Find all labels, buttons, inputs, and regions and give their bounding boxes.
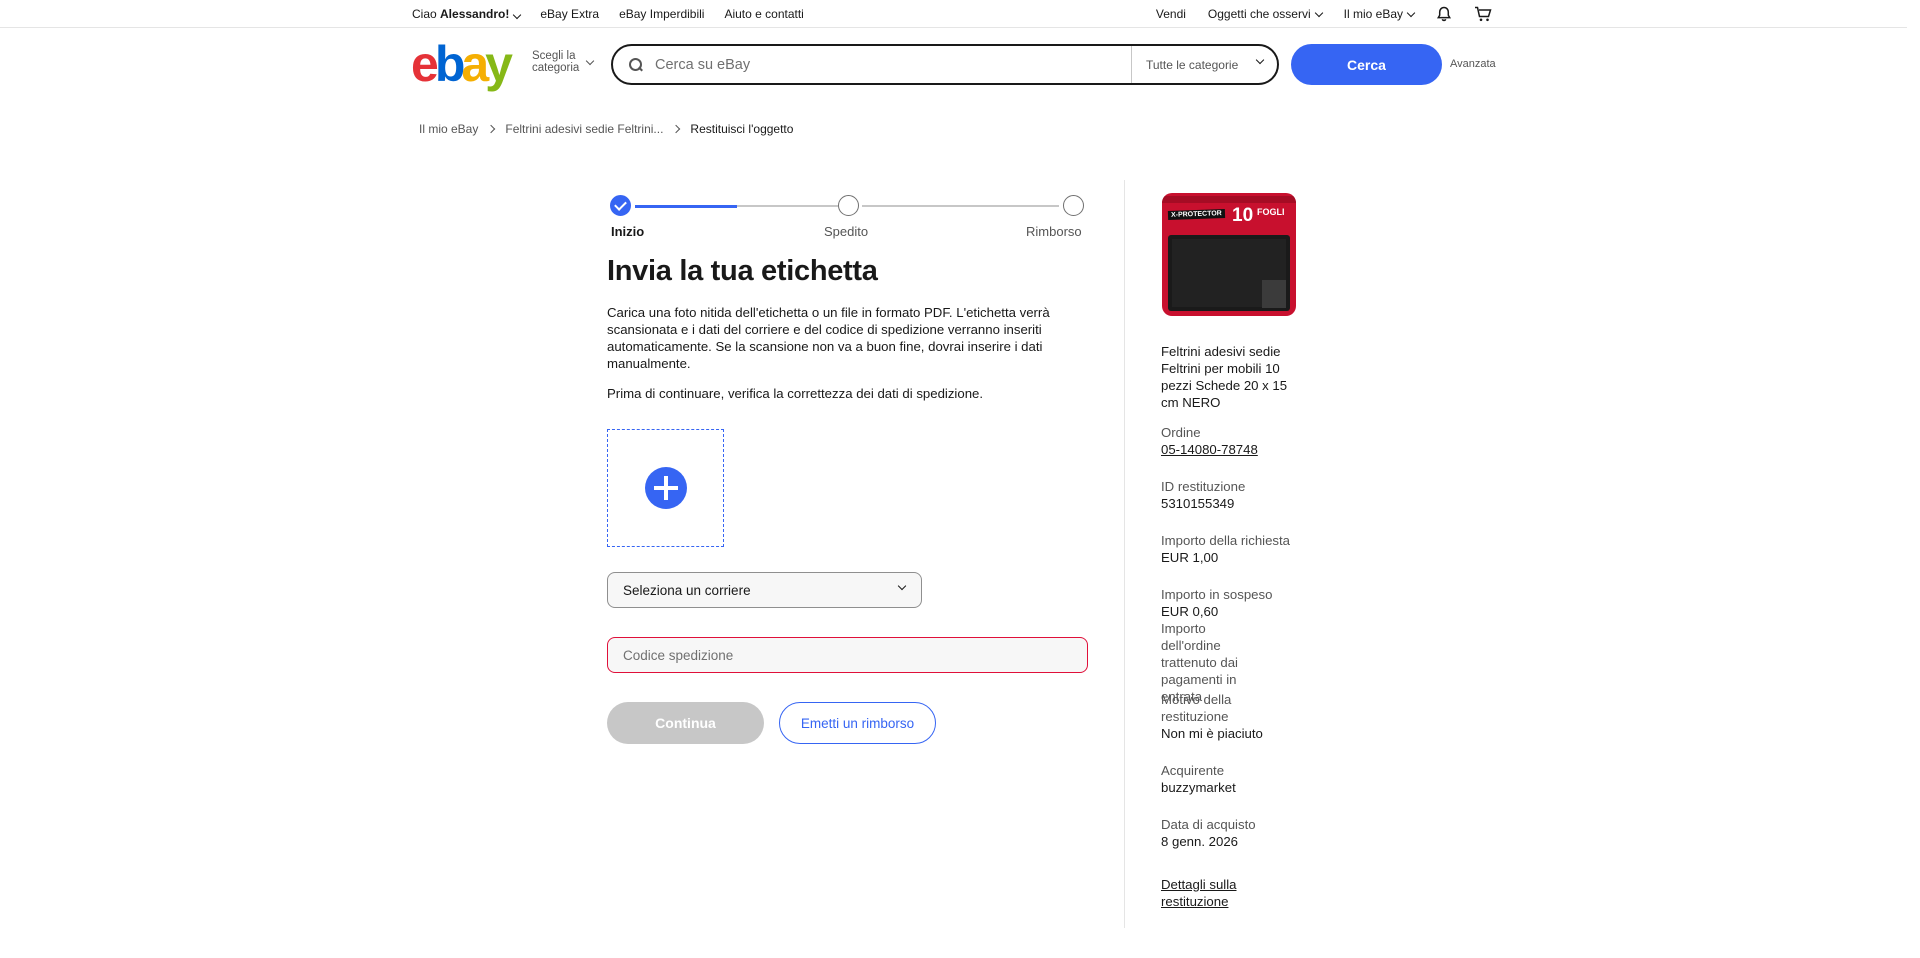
chevron-down-icon xyxy=(1255,55,1265,65)
add-icon[interactable] xyxy=(645,467,687,509)
progress-stepper: Inizio Spedito Rimborso xyxy=(607,195,1087,245)
product-image[interactable]: X-PROTECTOR 10 FOGLI xyxy=(1162,193,1296,316)
ebay-logo[interactable]: ebay xyxy=(411,39,513,89)
stepper-line xyxy=(635,204,838,208)
label-upload-area[interactable] xyxy=(607,429,724,547)
notification-bell-icon[interactable] xyxy=(1436,6,1452,22)
my-ebay-menu[interactable]: Il mio eBay xyxy=(1344,7,1416,21)
chevron-down-icon xyxy=(897,581,907,591)
search-button[interactable]: Cerca xyxy=(1291,44,1442,85)
tracking-code-field xyxy=(607,637,1088,673)
chevron-down-icon xyxy=(1314,8,1323,17)
instructions-text: Carica una foto nitida dell'etichetta o … xyxy=(607,305,1050,371)
step-label-shipped: Spedito xyxy=(824,224,869,239)
step-check-icon xyxy=(610,195,631,216)
breadcrumb-current: Restituisci l'oggetto xyxy=(690,122,794,136)
step-circle-icon xyxy=(1063,195,1084,216)
return-id-info: ID restituzione 5310155349 xyxy=(1161,479,1246,511)
request-amount-info: Importo della richiesta EUR 1,00 xyxy=(1161,533,1291,565)
verify-text: Prima di continuare, verifica la corrett… xyxy=(607,386,984,401)
stepper-line xyxy=(862,205,1059,207)
buyer-info: Acquirente buzzymarket xyxy=(1161,763,1236,795)
step-label-start: Inizio xyxy=(611,224,645,239)
category-select[interactable]: Tutte le categorie xyxy=(1131,46,1277,83)
chevron-down-icon xyxy=(1406,8,1416,17)
return-details-info: Dettagli sulla restituzione xyxy=(1161,876,1251,910)
breadcrumb: Il mio eBay Feltrini adesivi sedie Feltr… xyxy=(419,122,793,136)
topbar-right: Vendi Oggetti che osservi Il mio eBay xyxy=(1134,0,1492,28)
step-label-refund: Rimborso xyxy=(1026,224,1082,239)
top-utility-bar: Ciao Alessandro! eBay Extra eBay Imperdi… xyxy=(0,0,1907,28)
chevron-down-icon xyxy=(586,56,595,65)
breadcrumb-item[interactable]: Il mio eBay xyxy=(419,122,478,136)
search-icon xyxy=(629,57,643,72)
search-input[interactable] xyxy=(655,56,1125,73)
user-name: Alessandro! xyxy=(440,7,510,21)
purchase-date-info: Data di acquisto 8 genn. 2026 xyxy=(1161,817,1256,849)
link-help-contact[interactable]: Aiuto e contatti xyxy=(724,7,803,21)
product-title: Feltrini adesivi sedie Feltrini per mobi… xyxy=(1161,344,1288,410)
chevron-right-icon xyxy=(672,124,681,134)
continue-button[interactable]: Continua xyxy=(607,702,764,744)
link-ebay-deals[interactable]: eBay Imperdibili xyxy=(619,7,704,21)
chevron-right-icon xyxy=(487,124,496,134)
breadcrumb-item[interactable]: Feltrini adesivi sedie Feltrini... xyxy=(505,122,663,136)
order-number-link[interactable]: 05-14080-78748 xyxy=(1161,442,1258,457)
return-reason-info: Motivo della restituzione Non mi è piaci… xyxy=(1161,692,1263,741)
greeting[interactable]: Ciao Alessandro! xyxy=(412,7,522,21)
pending-amount-info: Importo in sospeso EUR 0,60 Importo dell… xyxy=(1161,587,1273,704)
chevron-down-icon xyxy=(513,10,522,20)
main-content: Invia la tua etichetta Carica una foto n… xyxy=(607,255,1089,401)
cart-icon[interactable] xyxy=(1474,6,1492,22)
product-brand: X-PROTECTOR xyxy=(1167,209,1225,220)
order-info: Ordine 05-14080-78748 xyxy=(1161,425,1258,457)
topbar-left: Ciao Alessandro! eBay Extra eBay Imperdi… xyxy=(412,0,824,28)
stepper-progress-fill xyxy=(635,204,737,208)
return-details-link[interactable]: Dettagli sulla restituzione xyxy=(1161,877,1237,909)
step-circle-icon xyxy=(838,195,859,216)
choose-category-button[interactable]: Scegli la categoria xyxy=(532,50,595,74)
divider xyxy=(1124,180,1125,928)
search-bar: Tutte le categorie xyxy=(611,44,1279,85)
link-ebay-extra[interactable]: eBay Extra xyxy=(540,7,599,21)
page-title: Invia la tua etichetta xyxy=(607,255,878,287)
carrier-select[interactable]: Seleziona un corriere xyxy=(607,572,922,608)
advanced-search-link[interactable]: Avanzata xyxy=(1450,58,1496,70)
sell-link[interactable]: Vendi xyxy=(1156,7,1186,21)
tracking-code-input[interactable] xyxy=(623,647,1063,663)
issue-refund-button[interactable]: Emetti un rimborso xyxy=(779,702,936,744)
header: ebay Scegli lacategoria Tutte le categor… xyxy=(0,28,1907,100)
watchlist-menu[interactable]: Oggetti che osservi xyxy=(1208,7,1323,21)
